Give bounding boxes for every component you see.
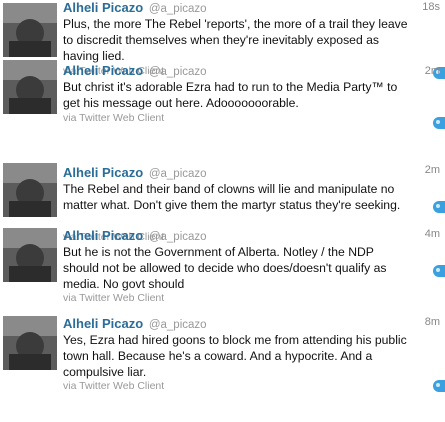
author-handle[interactable]: @a_picazo bbox=[149, 66, 207, 78]
reply-icon[interactable] bbox=[433, 117, 445, 129]
source-link[interactable]: Twitter Web Client bbox=[79, 292, 164, 304]
author-handle[interactable]: @a_picazo bbox=[149, 231, 207, 243]
author-name[interactable]: Alheli Picazo @a_picazo bbox=[63, 165, 207, 180]
tweet-text: Yes, Ezra had hired goons to block me fr… bbox=[63, 333, 407, 379]
avatar[interactable] bbox=[3, 60, 57, 114]
tweet-timestamp[interactable]: 2m bbox=[425, 65, 440, 77]
tweet-text: Plus, the more The Rebel 'reports', the … bbox=[63, 17, 408, 63]
tweet-text: The Rebel and their band of clowns will … bbox=[63, 182, 401, 212]
tweet-item[interactable]: Alheli Picazo @a_picazo Plus, the more T… bbox=[0, 0, 445, 79]
author-handle[interactable]: @a_picazo bbox=[149, 168, 207, 180]
source-prefix: via bbox=[63, 380, 77, 392]
author-name[interactable]: Alheli Picazo @a_picazo bbox=[63, 228, 207, 243]
reply-icon[interactable] bbox=[433, 201, 445, 213]
author-name[interactable]: Alheli Picazo @a_picazo bbox=[63, 0, 207, 15]
author-name[interactable]: Alheli Picazo @a_picazo bbox=[63, 316, 207, 331]
tweet-timestamp[interactable]: 8m bbox=[425, 316, 440, 328]
author-display-name[interactable]: Alheli Picazo bbox=[63, 316, 143, 331]
tweet-source: via Twitter Web Client bbox=[63, 380, 164, 392]
avatar[interactable] bbox=[3, 228, 57, 282]
author-display-name[interactable]: Alheli Picazo bbox=[63, 0, 143, 15]
author-display-name[interactable]: Alheli Picazo bbox=[63, 228, 143, 243]
author-name[interactable]: Alheli Picazo @a_picazo bbox=[63, 63, 207, 78]
source-prefix: via bbox=[63, 112, 77, 124]
source-prefix: via bbox=[63, 292, 77, 304]
author-display-name[interactable]: Alheli Picazo bbox=[63, 63, 143, 78]
author-handle[interactable]: @a_picazo bbox=[149, 319, 207, 331]
reply-icon[interactable] bbox=[433, 265, 445, 277]
tweet-source: via Twitter Web Client bbox=[63, 112, 164, 124]
tweet-item[interactable]: Alheli Picazo @a_picazo But christ it's … bbox=[0, 60, 445, 147]
avatar[interactable] bbox=[3, 316, 57, 370]
tweet-timestamp[interactable]: 4m bbox=[425, 228, 440, 240]
tweet-timestamp[interactable]: 2m bbox=[425, 164, 440, 176]
tweet-source: via Twitter Web Client bbox=[63, 292, 164, 304]
reply-icon[interactable] bbox=[433, 380, 445, 392]
tweet-item[interactable]: Alheli Picazo @a_picazo The Rebel and th… bbox=[0, 163, 445, 243]
tweet-item[interactable]: Alheli Picazo @a_picazo Yes, Ezra had hi… bbox=[0, 316, 445, 422]
tweet-text: But christ it's adorable Ezra had to run… bbox=[63, 80, 398, 110]
author-display-name[interactable]: Alheli Picazo bbox=[63, 165, 143, 180]
source-link[interactable]: Twitter Web Client bbox=[79, 112, 164, 124]
tweet-text: But he is not the Government of Alberta.… bbox=[63, 245, 387, 291]
avatar[interactable] bbox=[3, 163, 57, 217]
avatar[interactable] bbox=[3, 3, 57, 57]
source-link[interactable]: Twitter Web Client bbox=[79, 380, 164, 392]
tweet-item[interactable]: Alheli Picazo @a_picazo But he is not th… bbox=[0, 228, 445, 304]
tweet-timeline: Alheli Picazo @a_picazo Plus, the more T… bbox=[0, 0, 445, 422]
tweet-timestamp[interactable]: 18s bbox=[422, 1, 440, 13]
author-handle[interactable]: @a_picazo bbox=[149, 3, 207, 15]
